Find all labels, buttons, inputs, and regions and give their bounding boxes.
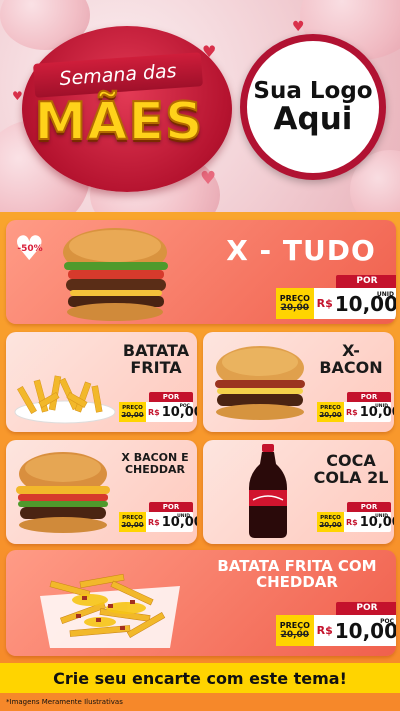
product-name: X- BACON [311, 342, 391, 377]
old-price: 20,00 [121, 521, 144, 529]
product-name: BATATA FRITA [116, 342, 196, 377]
price-tag: POR PREÇO 20,00 R$ 10,00 POÇ [276, 602, 396, 646]
heart-icon: ♥ [12, 89, 23, 103]
old-price: 20,00 [121, 411, 144, 419]
old-price: 20,00 [280, 303, 310, 313]
price-unit: POÇ [380, 618, 394, 625]
price-box: PREÇO 20,00 R$ 10,00 UNID [276, 288, 396, 319]
logo-text-line1: Sua Logo [253, 77, 373, 104]
old-price: 20,00 [280, 630, 310, 640]
price-unit: UNID [376, 291, 394, 298]
price-tag: POR PREÇO 20,00 R$ 10,00 POÇ [119, 392, 197, 422]
logo-text-line2: Aqui [273, 100, 353, 137]
price-header: POR [149, 502, 193, 512]
price-tag: POR PREÇO 20,00 R$ 10,00 UNID [317, 392, 394, 422]
badge-title: MÃES [34, 91, 204, 153]
price-unit: UNID [375, 514, 388, 519]
product-name-line2: CHEDDAR [256, 573, 338, 592]
burger-image [16, 452, 110, 533]
product-name-line2: BACON [319, 358, 383, 378]
burger-image [63, 228, 168, 321]
price-unit: UNID [375, 404, 388, 409]
cheddar-fries-image [40, 573, 180, 648]
currency-symbol: R$ [148, 407, 160, 417]
price-unit: POÇ [179, 404, 190, 409]
price-box: PREÇO 20,00 R$ 10,00 UNID [317, 402, 394, 422]
price-old-block: PREÇO 20,00 [119, 402, 146, 422]
heart-icon: ♥ [200, 168, 217, 189]
product-card-coca-cola[interactable]: COCA COLA 2L POR PREÇO 20,00 R$ 10,00 UN… [203, 440, 394, 544]
price-old-block: PREÇO 20,00 [119, 512, 146, 532]
disclaimer-bar: *Imagens Meramente Ilustrativas [0, 693, 400, 711]
cta-text: Crie seu encarte com este tema! [53, 668, 347, 688]
disclaimer-text: *Imagens Meramente Ilustrativas [6, 698, 123, 706]
product-name-line2: COLA 2L [313, 468, 389, 488]
price-header: POR [347, 502, 391, 512]
fries-image [14, 375, 116, 424]
product-name-line1: BATATA FRITA COM [217, 557, 377, 575]
price-header: POR [347, 392, 391, 402]
soda-bottle-image [249, 444, 287, 538]
currency-symbol: R$ [346, 517, 358, 527]
product-name-line1: BATATA [122, 341, 190, 360]
product-name-line2: CHEDDAR [124, 462, 186, 476]
old-price: 20,00 [319, 521, 342, 529]
price-unit: UNID [177, 514, 190, 519]
price-box: PREÇO 20,00 R$ 10,00 POÇ [119, 402, 197, 422]
discount-text: -50% [17, 244, 43, 254]
product-name: X BACON E CHEDDAR [114, 452, 196, 476]
price-old-block: PREÇO 20,00 [276, 288, 314, 319]
product-name: BATATA FRITA COM CHEDDAR [202, 557, 392, 592]
currency-symbol: R$ [148, 517, 160, 527]
price-box: PREÇO 20,00 R$ 10,00 UNID [119, 512, 197, 532]
price-header: POR [336, 602, 396, 615]
price-header: POR [149, 392, 193, 402]
currency-symbol: R$ [316, 297, 333, 310]
logo-placeholder[interactable]: Sua Logo Aqui [240, 34, 386, 180]
product-name-line1: COCA [326, 451, 376, 470]
currency-symbol: R$ [346, 407, 358, 417]
product-card-batata-cheddar[interactable]: BATATA FRITA COM CHEDDAR POR PREÇO 20,00… [6, 550, 396, 656]
price-box: PREÇO 20,00 R$ 10,00 POÇ [276, 615, 396, 646]
old-price: 20,00 [319, 411, 342, 419]
currency-symbol: R$ [316, 624, 333, 637]
cta-bar[interactable]: Crie seu encarte com este tema! [0, 663, 400, 693]
product-card-batata-frita[interactable]: BATATA FRITA POR PREÇO 20,00 R$ 10,00 PO… [6, 332, 197, 432]
price-old-block: PREÇO 20,00 [276, 615, 314, 646]
price-label: PREÇO [279, 621, 310, 630]
burger-image [215, 346, 305, 420]
price-tag: POR PREÇO 20,00 R$ 10,00 UNID [119, 502, 197, 532]
price-label: PREÇO [279, 294, 310, 303]
price-box: PREÇO 20,00 R$ 10,00 UNID [317, 512, 394, 532]
featured-product-card[interactable]: ♥ -50% X - TUDO POR PREÇO 20,00 R$ 10,00… [6, 220, 396, 324]
product-card-x-bacon-cheddar[interactable]: X BACON E CHEDDAR POR PREÇO 20,00 R$ 10,… [6, 440, 197, 544]
product-name: X - TUDO [226, 234, 376, 267]
product-name-line2: FRITA [130, 358, 182, 378]
price-tag: POR PREÇO 20,00 R$ 10,00 UNID [276, 275, 396, 319]
product-name-line1: X- [342, 341, 360, 360]
heart-icon: ♥ [292, 19, 305, 35]
product-card-x-bacon[interactable]: X- BACON POR PREÇO 20,00 R$ 10,00 UNID [203, 332, 394, 432]
price-header: POR [336, 275, 396, 288]
discount-badge: ♥ -50% [14, 232, 44, 266]
badge-subtitle: Semana das [58, 59, 178, 91]
price-old-block: PREÇO 20,00 [317, 512, 344, 532]
header-banner: ♥ ♥ ♥ ♥ ♥ Semana das MÃES Sua Logo Aqui [0, 0, 400, 212]
product-name: COCA COLA 2L [311, 452, 391, 487]
price-old-block: PREÇO 20,00 [317, 402, 344, 422]
price-tag: POR PREÇO 20,00 R$ 10,00 UNID [317, 502, 394, 532]
